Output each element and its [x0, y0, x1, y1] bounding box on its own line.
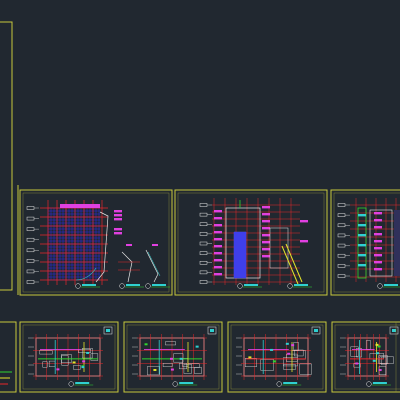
sheet-3[interactable] — [330, 189, 400, 296]
sheet-7[interactable] — [331, 321, 400, 393]
frame-left-small — [0, 321, 17, 393]
sheet-4[interactable] — [19, 321, 119, 393]
cad-model-space[interactable] — [0, 0, 400, 400]
sheet-1[interactable] — [19, 189, 173, 296]
sheet-2[interactable] — [174, 189, 328, 296]
sheet-6[interactable] — [227, 321, 327, 393]
drawing-canvas[interactable] — [0, 0, 400, 400]
sheet-5[interactable] — [123, 321, 223, 393]
frame-left-tall — [0, 21, 13, 291]
